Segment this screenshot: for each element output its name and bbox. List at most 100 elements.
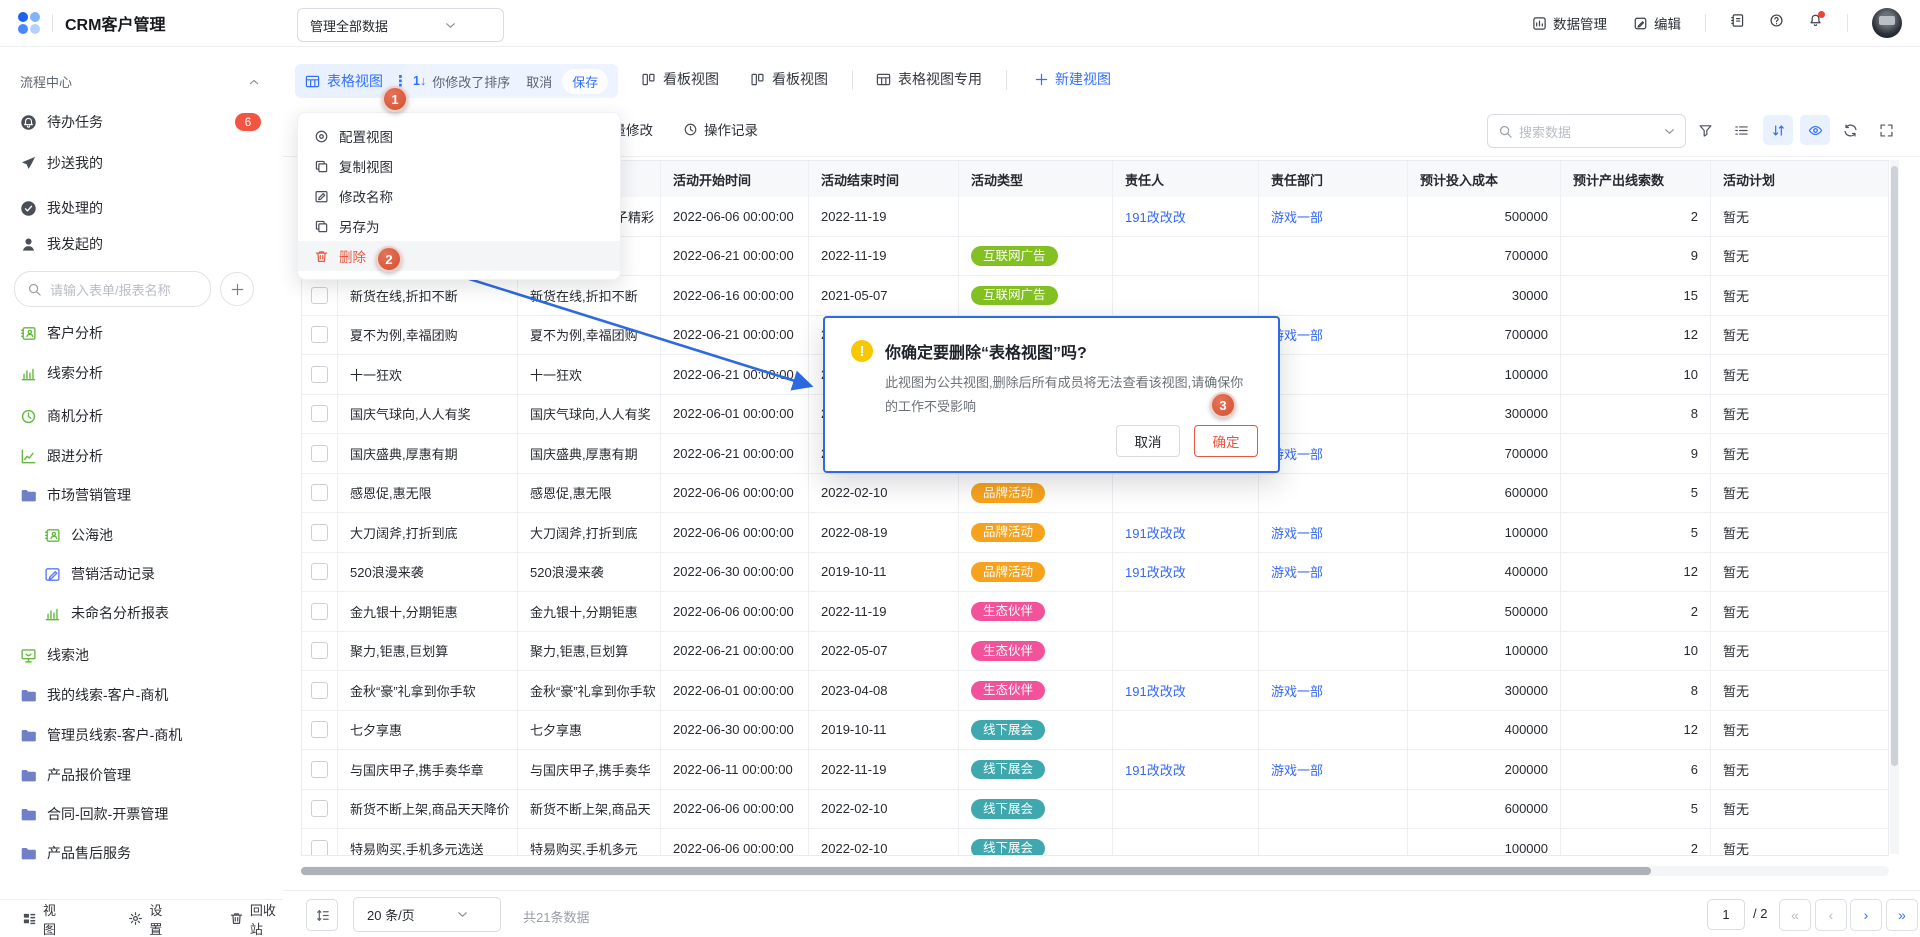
row-checkbox[interactable] — [311, 642, 328, 659]
table-row[interactable]: 感恩促,惠无限感恩促,惠无限2022-06-06 00:00:002022-02… — [302, 474, 1888, 514]
prev-page-button[interactable]: ‹ — [1815, 899, 1847, 931]
sidebar-item-商机分析[interactable]: 商机分析 — [0, 400, 283, 432]
data-manage-button[interactable]: 数据管理 — [1532, 13, 1607, 33]
sidebar-item-待办任务[interactable]: 待办任务6 — [0, 106, 283, 138]
sidebar-footer-设置[interactable]: 设置 — [128, 900, 170, 937]
table-row[interactable]: 新货不断上架,商品天天降价新货不断上架,商品天2022-06-06 00:00:… — [302, 790, 1888, 830]
new-view-button[interactable]: 新建视图 — [1034, 69, 1111, 89]
row-checkbox[interactable] — [311, 326, 328, 343]
table-search-input[interactable]: 搜索数据 — [1487, 114, 1686, 148]
link-dept[interactable]: 游戏一部 — [1271, 760, 1323, 779]
link-owner[interactable]: 191改改改 — [1125, 760, 1186, 779]
table-row[interactable]: 新货在线,折扣不断新货在线,折扣不断2022-06-16 00:00:00202… — [302, 276, 1888, 316]
group-button[interactable] — [1726, 115, 1756, 145]
hide-fields-button[interactable] — [1800, 115, 1830, 145]
page-number-input[interactable]: 1 — [1707, 899, 1745, 930]
column-header-活动类型[interactable]: 活动类型 — [959, 161, 1113, 197]
table-row[interactable]: 与国庆甲子,携手奏华章与国庆甲子,携手奏华2022-06-11 00:00:00… — [302, 750, 1888, 790]
sidebar-item-线索池[interactable]: 线索池 — [0, 639, 283, 671]
link-owner[interactable]: 191改改改 — [1125, 681, 1186, 700]
first-page-button[interactable]: « — [1779, 899, 1811, 931]
table-row[interactable]: 聚力,钜惠,巨划算聚力,钜惠,巨划算2022-06-21 00:00:00202… — [302, 632, 1888, 672]
confirm-button[interactable]: 确定 — [1194, 425, 1258, 457]
link-dept[interactable]: 游戏一部 — [1271, 681, 1323, 700]
sidebar-item-管理员线索-客户-商机[interactable]: 管理员线索-客户-商机 — [0, 719, 283, 751]
vertical-scrollbar-thumb[interactable] — [1891, 166, 1898, 766]
row-checkbox[interactable] — [311, 603, 328, 620]
contacts-button[interactable] — [1730, 13, 1745, 33]
menu-item-配置视图[interactable]: 配置视图 — [298, 121, 620, 151]
operation-log-button[interactable]: 操作记录 — [683, 119, 758, 139]
fullscreen-button[interactable] — [1871, 115, 1901, 145]
data-scope-select[interactable]: 管理全部数据 — [297, 8, 504, 42]
row-checkbox[interactable] — [311, 761, 328, 778]
row-checkbox[interactable] — [311, 800, 328, 817]
table-row[interactable]: 大刀阔斧,打折到底大刀阔斧,打折到底2022-06-06 00:00:00202… — [302, 513, 1888, 553]
row-checkbox[interactable] — [311, 840, 328, 855]
sidebar-item-市场营销管理[interactable]: 市场营销管理 — [0, 479, 283, 511]
sidebar-item-线索分析[interactable]: 线索分析 — [0, 357, 283, 389]
column-header-活动开始时间[interactable]: 活动开始时间 — [661, 161, 809, 197]
sidebar-item-营销活动记录[interactable]: 营销活动记录 — [0, 558, 283, 590]
sidebar-search-input[interactable]: 请输入表单/报表名称 — [14, 271, 211, 307]
table-row[interactable]: 七夕享惠七夕享惠2022-06-30 00:00:002019-10-11线下展… — [302, 711, 1888, 751]
sort-cancel-button[interactable]: 取消 — [526, 72, 552, 91]
row-checkbox[interactable] — [311, 445, 328, 462]
sidebar-item-产品售后服务[interactable]: 产品售后服务 — [0, 837, 283, 869]
menu-item-修改名称[interactable]: 修改名称 — [298, 181, 620, 211]
column-header-责任部门[interactable]: 责任部门 — [1259, 161, 1408, 197]
sort-save-button[interactable]: 保存 — [562, 69, 608, 94]
last-page-button[interactable]: » — [1886, 899, 1918, 931]
row-checkbox[interactable] — [311, 366, 328, 383]
sidebar-footer-回收站[interactable]: 回收站 — [229, 900, 283, 937]
row-checkbox[interactable] — [311, 682, 328, 699]
row-checkbox[interactable] — [311, 721, 328, 738]
menu-item-复制视图[interactable]: 复制视图 — [298, 151, 620, 181]
link-dept[interactable]: 游戏一部 — [1271, 523, 1323, 542]
sidebar-item-我发起的[interactable]: 我发起的 — [0, 228, 283, 260]
link-owner[interactable]: 191改改改 — [1125, 207, 1186, 226]
add-form-button[interactable] — [220, 272, 254, 306]
sidebar-item-产品报价管理[interactable]: 产品报价管理 — [0, 759, 283, 791]
column-header-活动计划[interactable]: 活动计划 — [1711, 161, 1889, 197]
tab-看板视图-1[interactable]: 看板视图 — [750, 69, 828, 89]
row-checkbox[interactable] — [311, 484, 328, 501]
row-checkbox[interactable] — [311, 524, 328, 541]
link-dept[interactable]: 游戏一部 — [1271, 207, 1323, 226]
next-page-button[interactable]: › — [1850, 899, 1882, 931]
refresh-button[interactable] — [1835, 115, 1865, 145]
sidebar-item-我的线索-客户-商机[interactable]: 我的线索-客户-商机 — [0, 679, 283, 711]
tab-表格视图专用-2[interactable]: 表格视图专用 — [876, 69, 982, 89]
row-checkbox[interactable] — [311, 563, 328, 580]
help-button[interactable] — [1769, 13, 1784, 33]
sort-button[interactable] — [1763, 115, 1793, 145]
avatar[interactable] — [1872, 8, 1902, 38]
sidebar-item-抄送我的[interactable]: 抄送我的 — [0, 147, 283, 179]
sidebar-section-process-center[interactable]: 流程中心 — [0, 72, 283, 91]
sidebar-footer-视图[interactable]: 视图 — [22, 900, 64, 937]
sidebar-item-合同-回款-开票管理[interactable]: 合同-回款-开票管理 — [0, 798, 283, 830]
edit-button[interactable]: 编辑 — [1633, 13, 1681, 33]
sidebar-item-客户分析[interactable]: 客户分析 — [0, 317, 283, 349]
notification-button[interactable] — [1808, 13, 1823, 33]
row-height-button[interactable] — [306, 899, 338, 931]
row-checkbox[interactable] — [311, 287, 328, 304]
table-row[interactable]: 特易购买,手机多元选送特易购买,手机多元2022-06-06 00:00:002… — [302, 829, 1888, 855]
table-row[interactable]: 520浪漫来袭520浪漫来袭2022-06-30 00:00:002019-10… — [302, 553, 1888, 593]
column-header-责任人[interactable]: 责任人 — [1113, 161, 1259, 197]
sidebar-item-我处理的[interactable]: 我处理的 — [0, 192, 283, 224]
table-row[interactable]: 金九银十,分期钜惠金九银十,分期钜惠2022-06-06 00:00:00202… — [302, 592, 1888, 632]
link-owner[interactable]: 191改改改 — [1125, 523, 1186, 542]
page-size-select[interactable]: 20 条/页 — [353, 897, 501, 932]
menu-item-删除[interactable]: 删除 — [298, 241, 620, 271]
horizontal-scrollbar-thumb[interactable] — [301, 867, 1651, 875]
cancel-button[interactable]: 取消 — [1116, 425, 1180, 457]
link-dept[interactable]: 游戏一部 — [1271, 562, 1323, 581]
tab-看板视图-0[interactable]: 看板视图 — [641, 69, 719, 89]
column-header-活动结束时间[interactable]: 活动结束时间 — [809, 161, 959, 197]
sidebar-item-公海池[interactable]: 公海池 — [0, 519, 283, 551]
sidebar-item-未命名分析报表[interactable]: 未命名分析报表 — [0, 597, 283, 629]
link-owner[interactable]: 191改改改 — [1125, 562, 1186, 581]
row-checkbox[interactable] — [311, 405, 328, 422]
filter-button[interactable] — [1690, 115, 1720, 145]
